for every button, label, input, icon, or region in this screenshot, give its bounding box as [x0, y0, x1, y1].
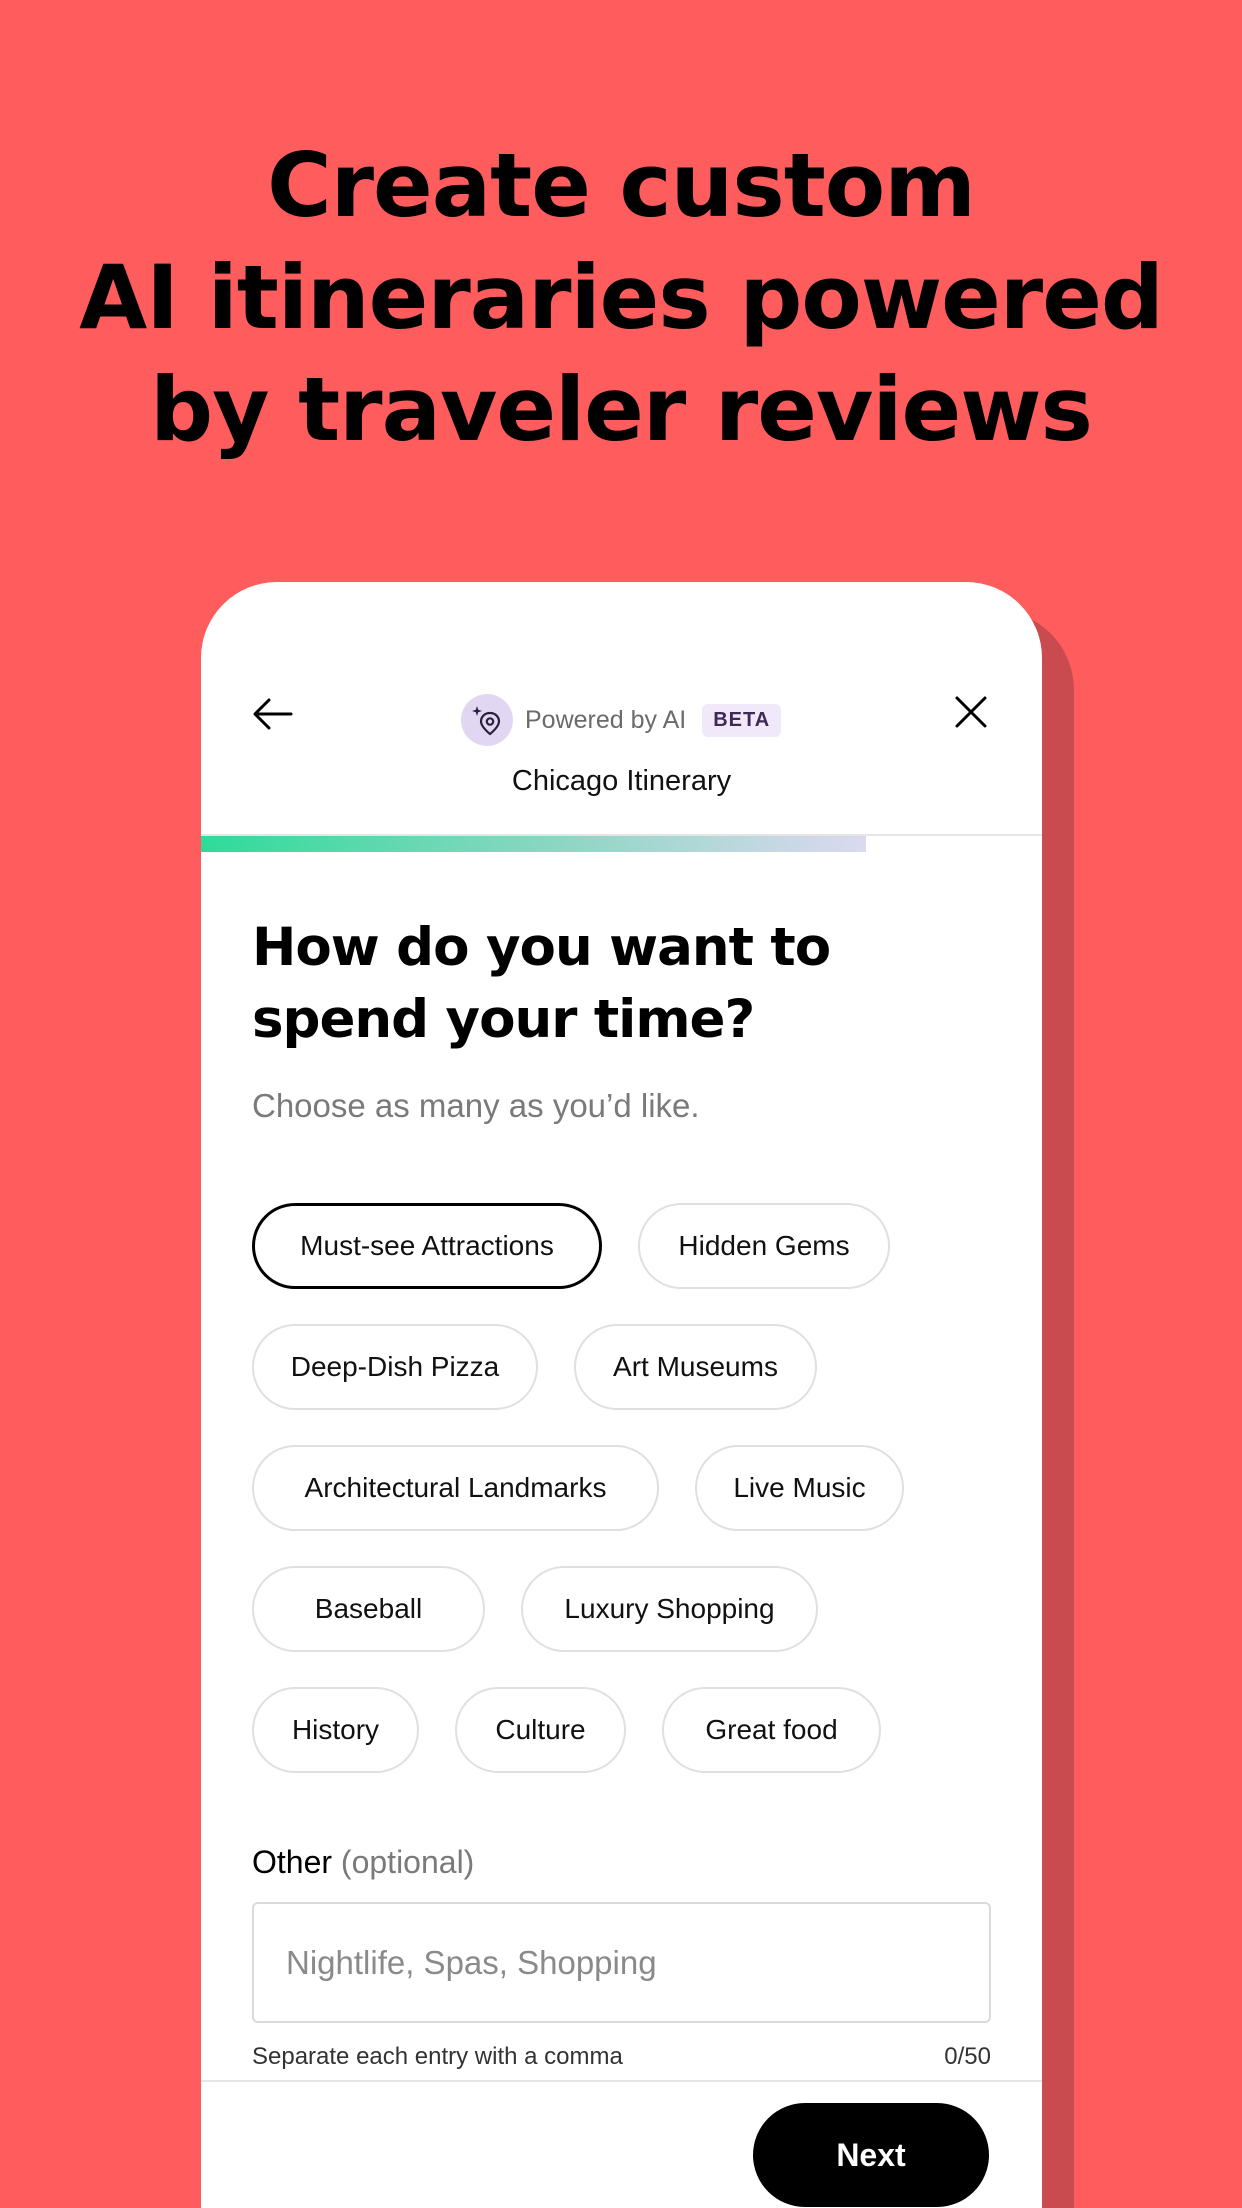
chip-baseball[interactable]: Baseball [252, 1566, 485, 1652]
ai-sparkle-pin-icon [461, 694, 513, 746]
close-icon [955, 696, 987, 728]
next-button[interactable]: Next [753, 2103, 989, 2207]
question-title: How do you want to spend your time? [252, 917, 831, 1050]
trip-title: Chicago Itinerary [511, 765, 732, 797]
powered-by-label: Powered by AI [525, 705, 687, 734]
headline-line-2: AI itineraries powered [79, 246, 1164, 349]
powered-by-ai: Powered by AI BETA [461, 694, 782, 746]
chip-row: History Culture Great food [252, 1687, 1012, 1773]
chip-row: Deep-Dish Pizza Art Museums [252, 1324, 1012, 1410]
chip-row: Baseball Luxury Shopping [252, 1566, 1012, 1652]
progress-fill [201, 836, 866, 852]
chip-history[interactable]: History [252, 1687, 419, 1773]
other-input[interactable] [252, 1902, 991, 2023]
beta-badge: BETA [702, 703, 782, 737]
chip-hidden-gems[interactable]: Hidden Gems [638, 1203, 890, 1289]
optional-label: (optional) [340, 1844, 475, 1880]
top-bar: Powered by AI BETA Chicago Itinerary [201, 582, 1042, 832]
chip-row: Architectural Landmarks Live Music [252, 1445, 1012, 1531]
headline-line-3: by traveler reviews [150, 358, 1093, 461]
arrow-left-icon [253, 698, 293, 730]
other-hint: Separate each entry with a comma [252, 2043, 623, 2070]
footer-divider [201, 2080, 1042, 2082]
chip-must-see-attractions[interactable]: Must-see Attractions [252, 1203, 602, 1289]
chip-art-museums[interactable]: Art Museums [574, 1324, 817, 1410]
interest-chips: Must-see Attractions Hidden Gems Deep-Di… [252, 1203, 1012, 1808]
chip-deep-dish-pizza[interactable]: Deep-Dish Pizza [252, 1324, 538, 1410]
chip-luxury-shopping[interactable]: Luxury Shopping [521, 1566, 818, 1652]
back-button[interactable] [251, 692, 295, 736]
progress-bar [201, 836, 866, 852]
chip-great-food[interactable]: Great food [662, 1687, 881, 1773]
chip-culture[interactable]: Culture [455, 1687, 626, 1773]
chip-architectural-landmarks[interactable]: Architectural Landmarks [252, 1445, 659, 1531]
headline-line-1: Create custom [267, 134, 976, 237]
other-label-text: Other [252, 1844, 333, 1880]
close-button[interactable] [951, 692, 991, 732]
character-counter: 0/50 [944, 2043, 991, 2070]
promo-headline: Create custom AI itineraries powered by … [0, 130, 1242, 466]
other-label: Other (optional) [252, 1844, 474, 1881]
chip-live-music[interactable]: Live Music [695, 1445, 904, 1531]
phone-screen: Powered by AI BETA Chicago Itinerary How… [201, 582, 1042, 2208]
question-subtitle: Choose as many as you’d like. [252, 1087, 700, 1124]
chip-row: Must-see Attractions Hidden Gems [252, 1203, 1012, 1289]
